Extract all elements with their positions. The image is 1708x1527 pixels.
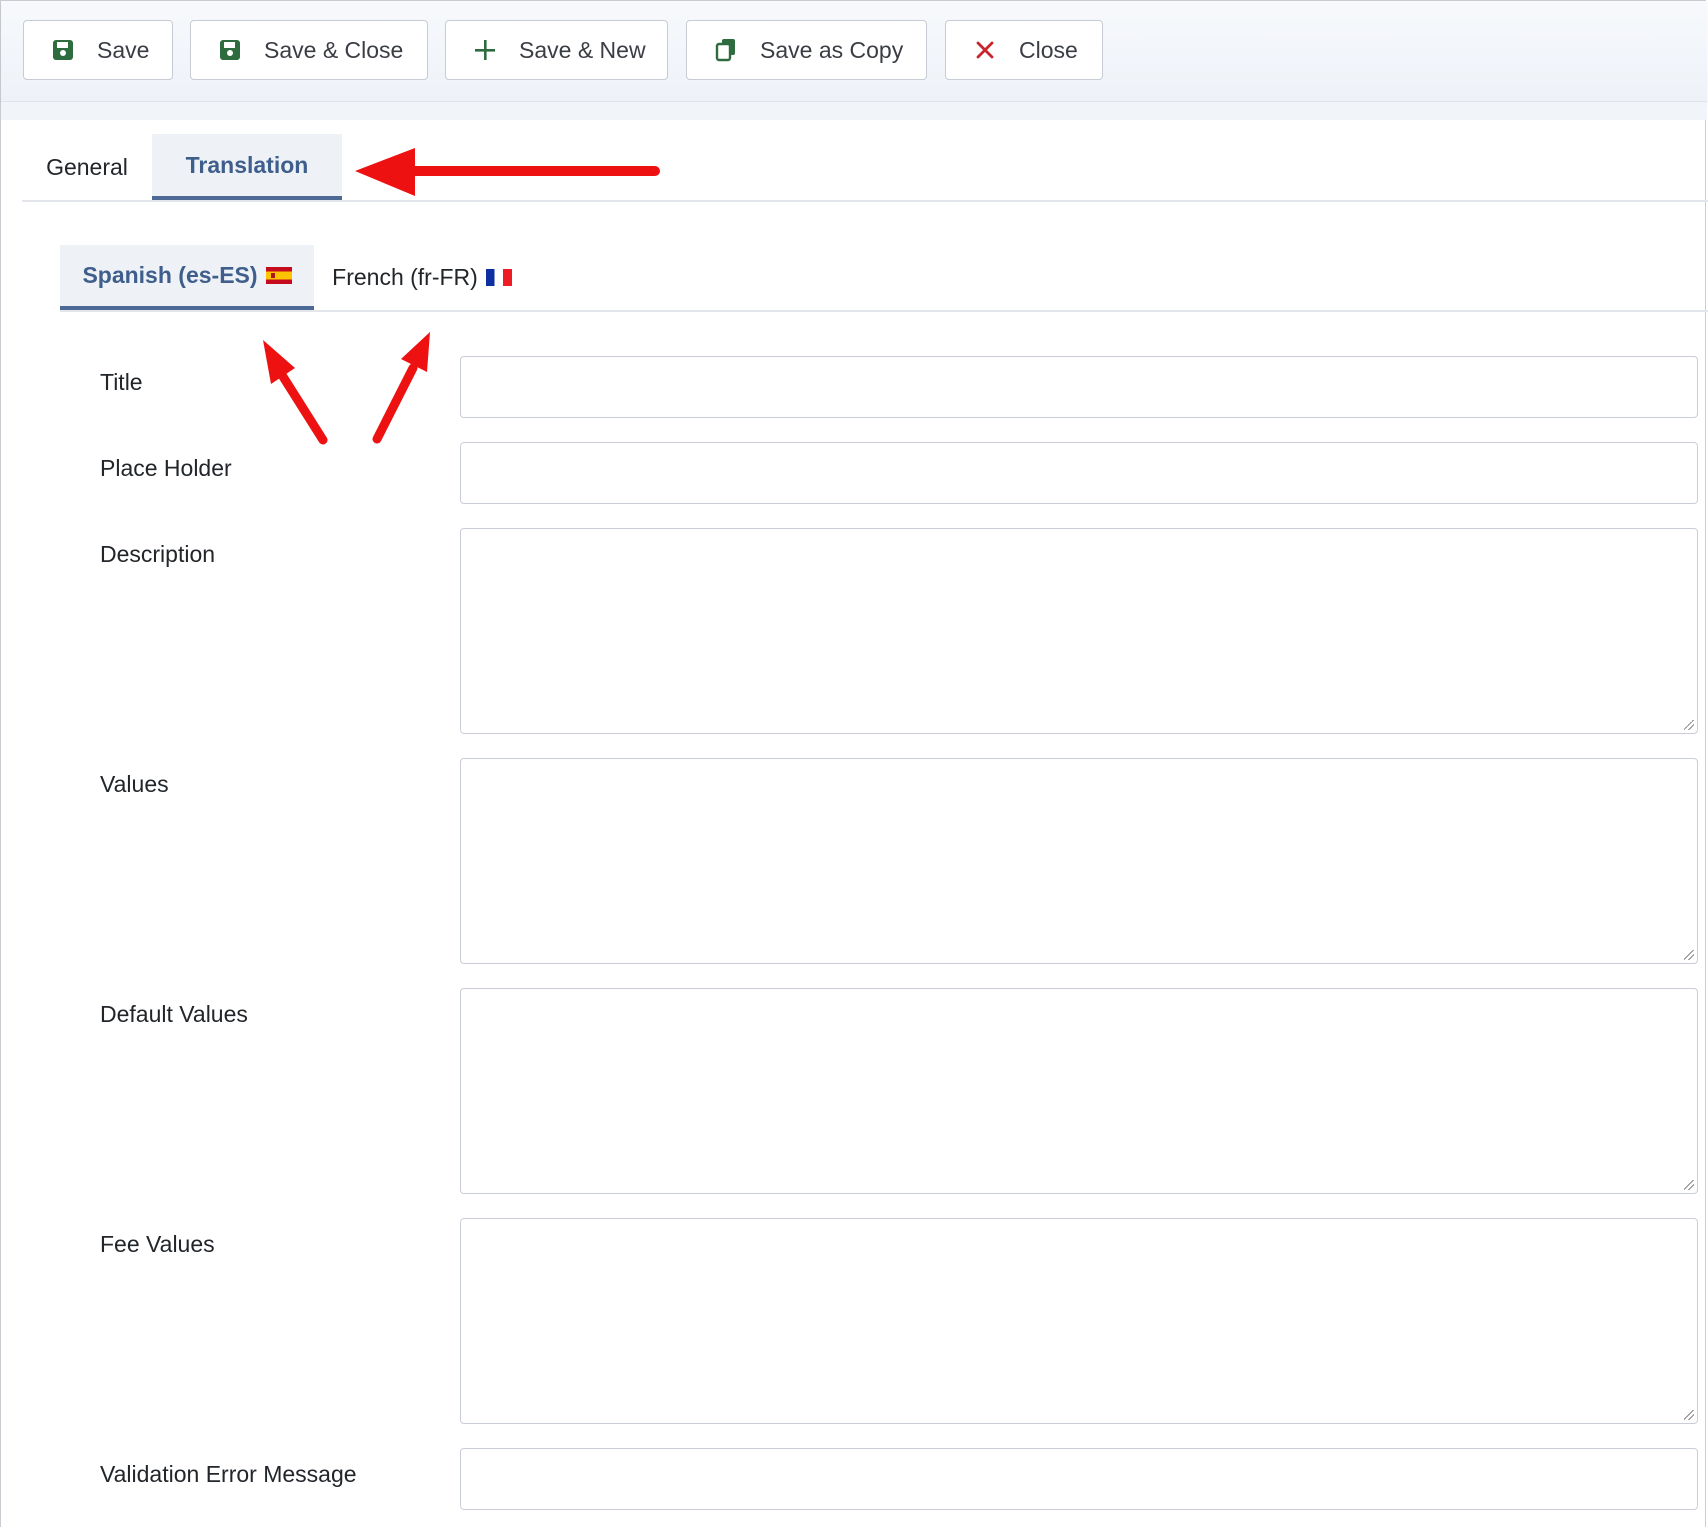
default-values-label: Default Values [100,1001,248,1027]
tab-translation[interactable]: Translation [152,134,342,200]
tab-general[interactable]: General [22,134,152,200]
tab-general-label: General [46,153,128,180]
fee-values-label: Fee Values [100,1231,215,1257]
save-and-close-button[interactable]: Save & Close [190,20,428,80]
tab-spanish[interactable]: Spanish (es-ES) [60,245,314,310]
save-icon [218,38,242,62]
placeholder-input[interactable] [460,442,1698,504]
plus-icon [473,38,497,62]
save-button-label: Save [97,36,150,63]
save-icon [51,38,75,62]
save-button[interactable]: Save [23,20,173,80]
description-label: Description [100,541,216,567]
save-and-new-button[interactable]: Save & New [445,20,668,80]
save-and-close-label: Save & Close [264,36,404,63]
flag-fr-icon [485,269,512,286]
flag-es-icon [265,267,292,284]
main-tabs: General Translation [22,134,1708,202]
tab-translation-label: Translation [185,151,309,178]
save-as-copy-label: Save as Copy [760,36,904,63]
tab-french-label: French (fr-FR) [332,264,478,290]
tab-french[interactable]: French (fr-FR) [314,245,530,310]
values-label: Values [100,771,169,797]
close-button[interactable]: Close [945,20,1103,80]
close-label: Close [1019,36,1078,63]
validation-error-input[interactable] [460,1448,1698,1510]
title-input[interactable] [460,356,1698,418]
save-and-new-label: Save & New [519,36,646,63]
toolbar-spacer [1,102,1707,120]
save-as-copy-button[interactable]: Save as Copy [686,20,927,80]
tab-spanish-label: Spanish (es-ES) [82,262,258,288]
validation-error-label: Validation Error Message [100,1461,357,1487]
close-icon [973,38,997,62]
copy-icon [714,38,738,62]
description-textarea[interactable] [460,528,1698,734]
default-values-textarea[interactable] [460,988,1698,1194]
fee-values-textarea[interactable] [460,1218,1698,1424]
placeholder-label: Place Holder [100,455,232,481]
language-tabs: Spanish (es-ES) French (fr-FR) [60,245,1708,312]
title-label: Title [100,369,143,395]
values-textarea[interactable] [460,758,1698,964]
toolbar: Save Save & Close Save & New Save as Cop… [1,1,1707,102]
